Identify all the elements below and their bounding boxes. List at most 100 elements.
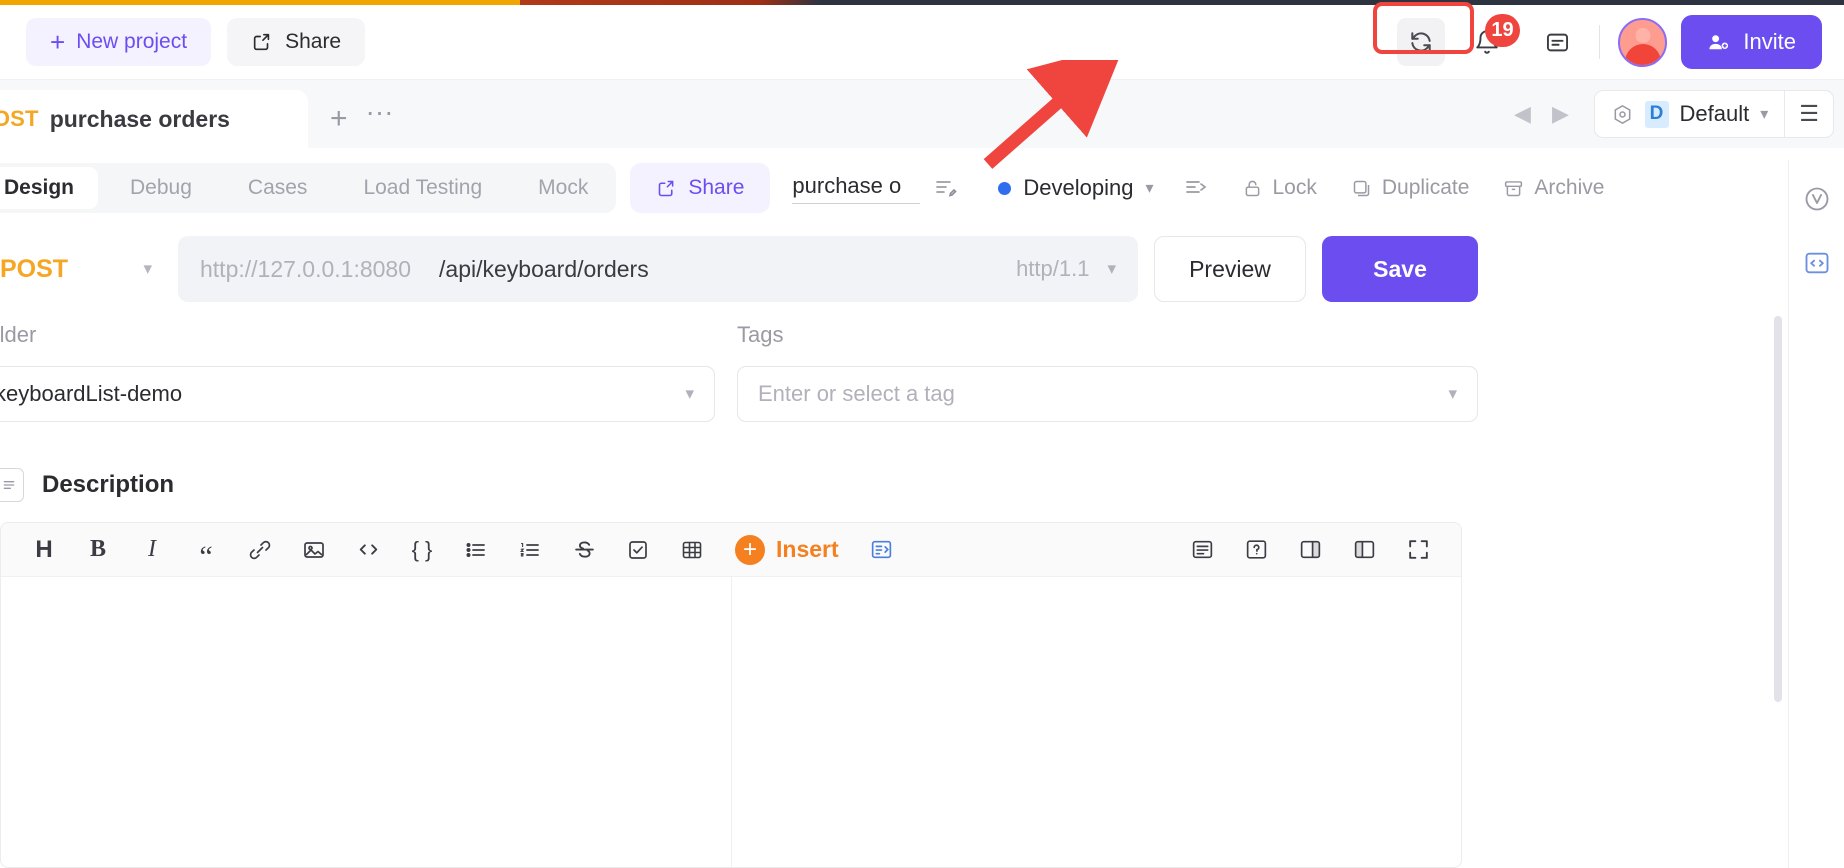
save-label: Save xyxy=(1373,255,1427,282)
nav-next-button[interactable]: ▶ xyxy=(1542,101,1580,127)
save-button[interactable]: Save xyxy=(1322,236,1478,302)
note-icon xyxy=(1544,29,1571,56)
environment-gear-icon xyxy=(1611,103,1634,126)
editor-toolbar: H B I “ { } + Insert xyxy=(1,523,1461,577)
environment-picker[interactable]: D Default ▾ xyxy=(1595,100,1785,128)
content-scrollbar[interactable] xyxy=(1774,316,1782,702)
help-icon[interactable] xyxy=(1229,523,1283,577)
insert-template-icon[interactable] xyxy=(855,523,909,577)
template-icon[interactable] xyxy=(1175,523,1229,577)
api-duplicate-label: Duplicate xyxy=(1381,176,1470,199)
subtab-cases-label: Cases xyxy=(247,176,308,199)
chevron-down-icon: ▾ xyxy=(685,384,694,403)
nav-prev-button[interactable]: ◀ xyxy=(1504,101,1542,127)
new-project-button[interactable]: + New project xyxy=(26,18,212,66)
api-archive-label: Archive xyxy=(1534,176,1605,199)
http-method-selector[interactable]: POST ▾ xyxy=(0,236,170,302)
editor-pane-left[interactable] xyxy=(1,577,732,867)
plus-icon: + xyxy=(50,27,66,57)
plus-circle-icon: + xyxy=(735,534,765,565)
environment-menu-button[interactable]: ☰ xyxy=(1785,101,1833,127)
folder-label: Folder xyxy=(0,322,37,347)
description-section-icon xyxy=(0,468,24,502)
folder-select[interactable]: keyboardList-demo ▾ xyxy=(0,366,715,422)
header-divider xyxy=(1599,25,1601,59)
api-status-selector[interactable]: Developing ▾ xyxy=(998,175,1154,201)
preview-button[interactable]: Preview xyxy=(1154,236,1306,302)
invite-user-icon xyxy=(1707,31,1730,54)
split-left-icon[interactable] xyxy=(1337,523,1391,577)
copy-icon xyxy=(1351,178,1372,199)
right-rail xyxy=(1788,160,1844,868)
subtab-load-testing[interactable]: Load Testing xyxy=(339,167,506,209)
code-icon[interactable] xyxy=(341,523,395,577)
share-icon xyxy=(656,178,677,199)
new-tab-button[interactable]: + xyxy=(308,104,366,148)
api-name-field[interactable]: purchase o xyxy=(792,173,958,204)
chevron-down-icon: ▾ xyxy=(143,259,152,278)
table-icon[interactable] xyxy=(665,523,719,577)
link-icon[interactable] xyxy=(233,523,287,577)
api-lock-button[interactable]: Lock xyxy=(1242,176,1317,200)
bold-icon[interactable]: B xyxy=(71,523,125,577)
code-snippet-icon[interactable] xyxy=(1798,244,1836,282)
heading-icon[interactable]: H xyxy=(17,523,71,577)
split-right-icon[interactable] xyxy=(1283,523,1337,577)
api-duplicate-button[interactable]: Duplicate xyxy=(1351,176,1470,200)
invite-label: Invite xyxy=(1743,29,1796,54)
quote-icon[interactable]: “ xyxy=(179,523,233,577)
api-share-label: Share xyxy=(688,176,745,199)
api-archive-button[interactable]: Archive xyxy=(1503,176,1604,200)
subtab-design[interactable]: Design xyxy=(0,167,99,209)
header-share-button[interactable]: Share xyxy=(227,18,366,66)
folder-field: Folder keyboardList-demo ▾ xyxy=(0,322,715,422)
notification-badge: 19 xyxy=(1485,14,1520,47)
checklist-icon[interactable] xyxy=(611,523,665,577)
request-url-input[interactable]: http://127.0.0.1:8080 /api/keyboard/orde… xyxy=(178,236,1138,302)
api-name-value[interactable]: purchase o xyxy=(792,173,921,204)
image-icon[interactable] xyxy=(287,523,341,577)
request-url-host-placeholder: http://127.0.0.1:8080 xyxy=(200,255,412,282)
tags-select[interactable]: Enter or select a tag ▾ xyxy=(737,366,1478,422)
italic-icon[interactable]: I xyxy=(125,523,179,577)
tab-bar-right-group: ◀ ▶ D Default ▾ ☰ xyxy=(1504,90,1844,148)
tab-purchase-orders[interactable]: POST purchase orders xyxy=(0,90,308,148)
code-block-icon[interactable]: { } xyxy=(395,523,449,577)
subtab-debug[interactable]: Debug xyxy=(106,167,216,209)
status-dot-icon xyxy=(998,181,1012,195)
editor-pane-right[interactable] xyxy=(732,577,1462,867)
tab-overflow-button[interactable]: ··· xyxy=(366,98,404,148)
tab-title: purchase orders xyxy=(49,105,230,132)
api-share-button[interactable]: Share xyxy=(630,163,771,213)
api-indent-button[interactable] xyxy=(1184,176,1208,200)
protocol-selector[interactable]: http/1.1 ▾ xyxy=(1016,256,1116,282)
notes-button[interactable] xyxy=(1533,18,1581,66)
folder-value: keyboardList-demo xyxy=(0,381,183,406)
insert-button[interactable]: + Insert xyxy=(735,534,839,565)
fullscreen-icon[interactable] xyxy=(1391,523,1445,577)
tab-method-tag: POST xyxy=(0,106,39,131)
environment-letter: D xyxy=(1644,100,1669,128)
subtab-load-testing-label: Load Testing xyxy=(363,176,483,199)
chevron-down-icon: ▾ xyxy=(1107,259,1116,278)
refresh-button[interactable] xyxy=(1397,18,1446,66)
header-right-group: 19 Invite xyxy=(1373,2,1844,69)
chevron-down-icon: ▾ xyxy=(1760,106,1769,123)
ordered-list-icon[interactable] xyxy=(503,523,557,577)
preview-label: Preview xyxy=(1189,255,1271,282)
strikethrough-icon[interactable] xyxy=(557,523,611,577)
tags-placeholder: Enter or select a tag xyxy=(758,381,955,406)
subtab-cases[interactable]: Cases xyxy=(224,167,332,209)
new-project-label: New project xyxy=(76,30,188,53)
bullet-list-icon[interactable] xyxy=(449,523,503,577)
invite-button[interactable]: Invite xyxy=(1681,15,1822,69)
description-title: Description xyxy=(42,471,175,498)
share-icon xyxy=(251,31,273,53)
version-icon[interactable] xyxy=(1798,180,1836,218)
edit-name-icon[interactable] xyxy=(934,176,958,200)
avatar[interactable] xyxy=(1618,17,1668,67)
header-left-group: + New project Share xyxy=(0,18,366,66)
subtab-mock[interactable]: Mock xyxy=(514,167,612,209)
environment-name: Default xyxy=(1679,101,1750,126)
lock-icon xyxy=(1242,178,1263,199)
